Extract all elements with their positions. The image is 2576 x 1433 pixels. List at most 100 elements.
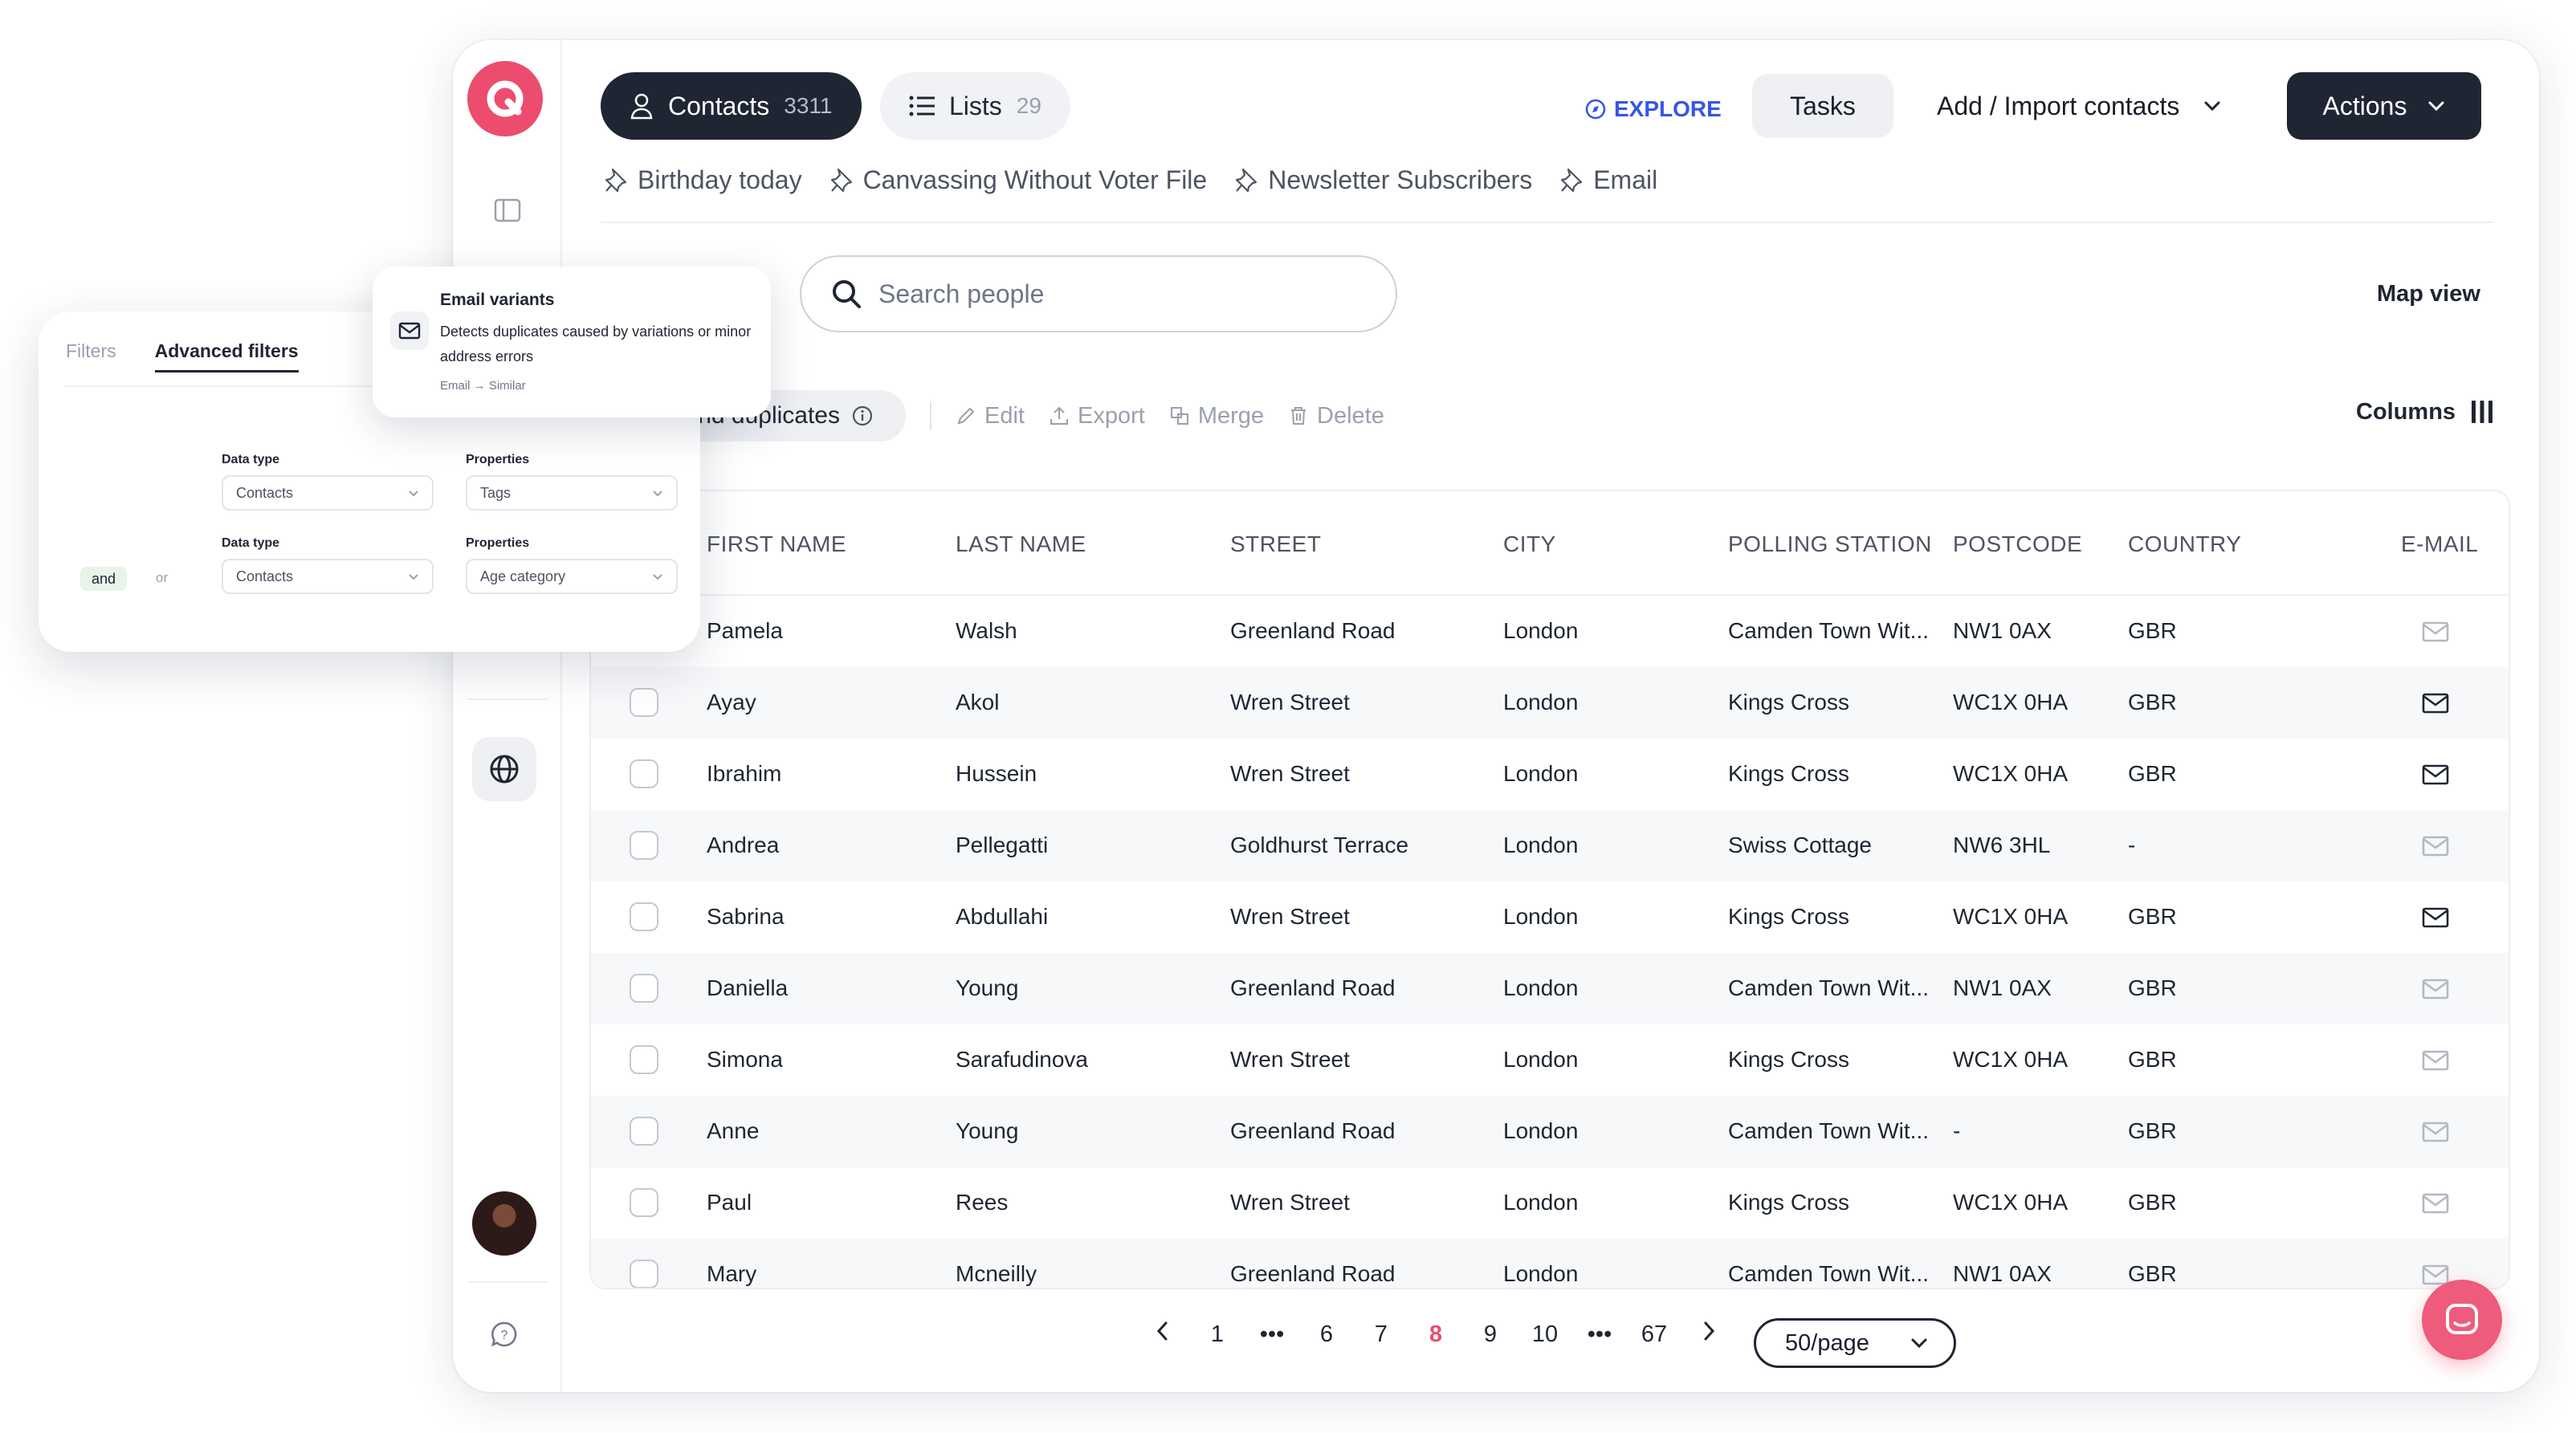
table-row[interactable]: Sabrina Abdullahi Wren Street London Kings C… bbox=[591, 881, 2509, 953]
shortcut-canvassing[interactable]: Canvassing Without Voter File bbox=[829, 165, 1207, 195]
col-email[interactable]: E-MAIL bbox=[2401, 531, 2478, 557]
mail-icon[interactable] bbox=[2422, 693, 2449, 714]
delete-label: Delete bbox=[1317, 402, 1384, 429]
export-button[interactable]: Export bbox=[1049, 403, 1145, 429]
page-ellipsis[interactable]: ••• bbox=[1572, 1321, 1627, 1348]
table-row[interactable]: Paul Rees Wren Street London Kings Cross WC1X… bbox=[591, 1167, 2509, 1239]
page-number[interactable]: 67 bbox=[1627, 1321, 1681, 1348]
row-checkbox[interactable] bbox=[630, 1045, 658, 1074]
user-avatar[interactable] bbox=[472, 1191, 536, 1256]
tab-advanced-filters[interactable]: Advanced filters bbox=[154, 340, 299, 372]
mail-icon[interactable] bbox=[2422, 836, 2449, 857]
page-number[interactable]: 9 bbox=[1463, 1321, 1518, 1348]
table-row[interactable]: Andrea Pellegatti Goldhurst Terrace London S… bbox=[591, 810, 2509, 881]
cell-country: GBR bbox=[2128, 1261, 2177, 1286]
table-row[interactable]: Mary Mcneilly Greenland Road London Camden T… bbox=[591, 1239, 2509, 1288]
table-row[interactable]: Daniella Young Greenland Road London Camden … bbox=[591, 953, 2509, 1024]
shortcut-newsletter[interactable]: Newsletter Subscribers bbox=[1234, 165, 1532, 195]
table-row[interactable]: Pamela Walsh Greenland Road London Camden To… bbox=[591, 596, 2509, 667]
table-row[interactable]: Simona Sarafudinova Wren Street London Kings… bbox=[591, 1024, 2509, 1096]
page-number[interactable]: 7 bbox=[1354, 1321, 1408, 1348]
globe-icon[interactable] bbox=[472, 737, 536, 801]
merge-button[interactable]: Merge bbox=[1169, 403, 1264, 429]
rail-divider bbox=[467, 698, 548, 700]
mail-icon[interactable] bbox=[2422, 1193, 2449, 1214]
mail-icon[interactable] bbox=[2422, 764, 2449, 785]
cell-station: Kings Cross bbox=[1728, 690, 1849, 714]
row-checkbox[interactable] bbox=[630, 831, 658, 860]
add-import-button[interactable]: Add / Import contacts bbox=[1937, 74, 2221, 138]
table-row[interactable]: Ayay Akol Wren Street London Kings Cross WC1X… bbox=[591, 667, 2509, 739]
col-first-name[interactable]: FIRST NAME bbox=[707, 531, 846, 557]
cell-station: Camden Town Wit... bbox=[1728, 975, 1930, 1000]
cell-city: London bbox=[1503, 1190, 1579, 1215]
cell-country: - bbox=[2128, 833, 2136, 857]
pinned-shortcuts: Birthday today Canvassing Without Voter … bbox=[604, 157, 1657, 202]
properties-label: Properties bbox=[466, 453, 530, 466]
page-number[interactable]: 1 bbox=[1190, 1321, 1245, 1348]
tab-contacts[interactable]: Contacts 3311 bbox=[601, 72, 862, 140]
row-checkbox[interactable] bbox=[630, 1260, 658, 1288]
table-row[interactable]: Ibrahim Hussein Wren Street London Kings Cro… bbox=[591, 739, 2509, 810]
cell-first: Andrea bbox=[707, 833, 780, 857]
sidebar-toggle-icon[interactable] bbox=[472, 175, 543, 246]
cell-first: Ibrahim bbox=[707, 761, 782, 786]
col-postcode[interactable]: POSTCODE bbox=[1953, 531, 2082, 557]
help-icon[interactable]: ? bbox=[472, 1302, 536, 1366]
page-ellipsis[interactable]: ••• bbox=[1245, 1321, 1299, 1348]
email-variants-description: Detects duplicates caused by variations … bbox=[440, 324, 752, 364]
table-row[interactable]: Anne Young Greenland Road London Camden Town… bbox=[591, 1096, 2509, 1167]
map-view-link[interactable]: Map view bbox=[2377, 281, 2480, 307]
properties-select[interactable]: Tags bbox=[466, 475, 678, 511]
col-polling-station[interactable]: POLLING STATION bbox=[1728, 531, 1932, 557]
cell-last: Abdullahi bbox=[956, 904, 1049, 929]
cell-street: Wren Street bbox=[1230, 690, 1350, 714]
mail-icon[interactable] bbox=[2422, 1264, 2449, 1285]
and-operator-toggle[interactable]: and bbox=[80, 567, 127, 591]
row-checkbox[interactable] bbox=[630, 1188, 658, 1217]
col-country[interactable]: COUNTRY bbox=[2128, 531, 2241, 557]
row-checkbox[interactable] bbox=[630, 974, 658, 1003]
shortcut-birthday-today[interactable]: Birthday today bbox=[604, 165, 802, 195]
cell-street: Wren Street bbox=[1230, 1047, 1350, 1072]
col-last-name[interactable]: LAST NAME bbox=[956, 531, 1086, 557]
pencil-icon bbox=[957, 407, 975, 425]
shortcut-email[interactable]: Email bbox=[1559, 165, 1657, 195]
properties-select[interactable]: Age category bbox=[466, 559, 678, 594]
row-checkbox[interactable] bbox=[630, 902, 658, 931]
per-page-select[interactable]: 50/page bbox=[1754, 1318, 1956, 1368]
columns-icon bbox=[2472, 401, 2493, 423]
email-variants-card[interactable]: Email variants Detects duplicates caused… bbox=[373, 267, 771, 417]
mail-icon[interactable] bbox=[2422, 1050, 2449, 1071]
row-checkbox[interactable] bbox=[630, 759, 658, 788]
brand-logo[interactable] bbox=[467, 61, 543, 136]
row-checkbox[interactable] bbox=[630, 1117, 658, 1146]
search-input[interactable]: Search people bbox=[800, 255, 1397, 332]
mail-icon[interactable] bbox=[2422, 979, 2449, 999]
tasks-button[interactable]: Tasks bbox=[1752, 74, 1893, 138]
explore-link[interactable]: EXPLORE bbox=[1585, 88, 1722, 130]
mail-icon[interactable] bbox=[2422, 1122, 2449, 1142]
col-street[interactable]: STREET bbox=[1230, 531, 1321, 557]
data-type-select[interactable]: Contacts bbox=[222, 559, 434, 594]
mail-icon[interactable] bbox=[2422, 621, 2449, 642]
row-checkbox[interactable] bbox=[630, 688, 658, 717]
next-page-button[interactable] bbox=[1681, 1321, 1736, 1348]
edit-button[interactable]: Edit bbox=[956, 403, 1025, 429]
mail-icon[interactable] bbox=[2422, 907, 2449, 928]
page-number[interactable]: 6 bbox=[1299, 1321, 1354, 1348]
chat-launcher-button[interactable] bbox=[2422, 1280, 2502, 1360]
or-operator-toggle[interactable]: or bbox=[156, 570, 168, 586]
delete-button[interactable]: Delete bbox=[1288, 403, 1384, 429]
col-city[interactable]: CITY bbox=[1503, 531, 1556, 557]
page-number[interactable]: 8 bbox=[1408, 1321, 1463, 1348]
prev-page-button[interactable] bbox=[1135, 1321, 1190, 1348]
tab-lists[interactable]: Lists 29 bbox=[880, 72, 1070, 140]
cell-first: Sabrina bbox=[707, 904, 785, 929]
actions-button[interactable]: Actions bbox=[2287, 72, 2481, 140]
page-number[interactable]: 10 bbox=[1518, 1321, 1572, 1348]
data-type-select[interactable]: Contacts bbox=[222, 475, 434, 511]
tab-filters[interactable]: Filters bbox=[66, 340, 116, 372]
chevron-down-icon bbox=[409, 490, 418, 496]
columns-button[interactable]: Columns bbox=[2356, 398, 2496, 425]
